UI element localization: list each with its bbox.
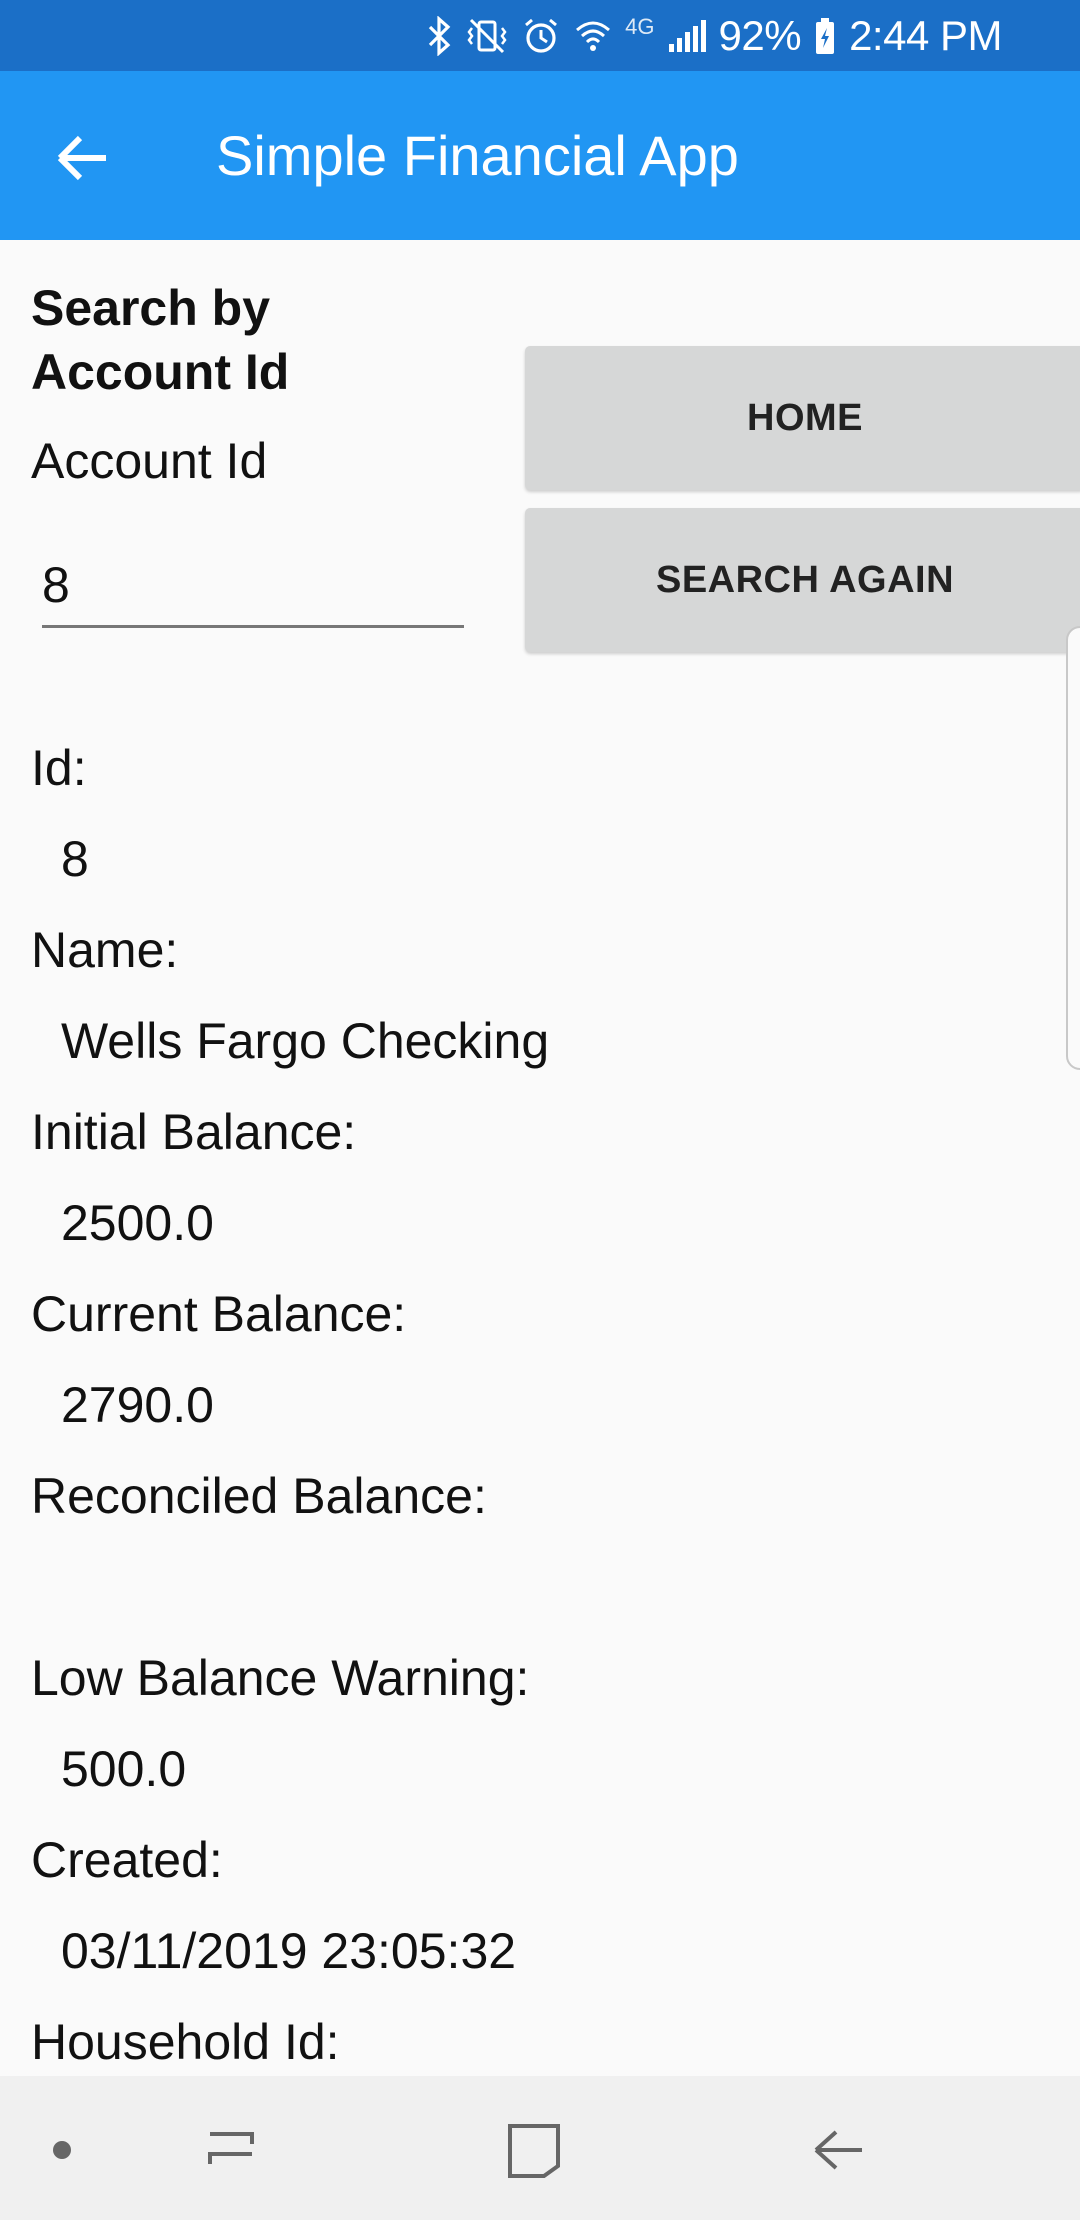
- created-value: 03/11/2019 23:05:32: [61, 1923, 517, 1979]
- network-4g-icon: 4G: [625, 14, 655, 39]
- vibrate-mute-icon: [465, 16, 509, 56]
- home-square-icon[interactable]: [502, 2118, 566, 2182]
- battery-icon: [813, 16, 837, 56]
- current-balance-label: Current Balance:: [31, 1286, 407, 1342]
- initial-balance-value: 2500.0: [61, 1195, 214, 1251]
- initial-balance-label: Initial Balance:: [31, 1104, 357, 1160]
- name-value: Wells Fargo Checking: [61, 1013, 550, 1069]
- status-icons: 4G 92% 2:44 PM: [427, 0, 1002, 71]
- app-title: Simple Financial App: [216, 124, 739, 187]
- wifi-icon: [573, 16, 613, 56]
- id-value: 8: [61, 831, 89, 887]
- app-bar: Simple Financial App: [0, 71, 1080, 240]
- back-arrow-icon[interactable]: [50, 126, 114, 190]
- created-label: Created:: [31, 1832, 223, 1888]
- reconciled-balance-value: [31, 1554, 1031, 1645]
- recent-apps-icon[interactable]: [200, 2118, 264, 2182]
- low-balance-warning-label: Low Balance Warning:: [31, 1650, 530, 1706]
- low-balance-warning-value: 500.0: [61, 1741, 187, 1797]
- battery-percent: 92%: [718, 11, 802, 59]
- bluetooth-icon: [427, 15, 453, 56]
- navigation-bar: [0, 2076, 1080, 2220]
- back-icon[interactable]: [806, 2118, 870, 2182]
- reconciled-balance-label: Reconciled Balance:: [31, 1468, 487, 1524]
- home-button[interactable]: HOME: [525, 346, 1080, 490]
- account-id-input[interactable]: [42, 545, 464, 628]
- name-label: Name:: [31, 922, 179, 978]
- search-heading: Search by Account Id: [31, 280, 290, 400]
- id-label: Id:: [31, 740, 87, 796]
- scroll-indicator[interactable]: [1066, 626, 1080, 1070]
- dot-icon[interactable]: [30, 2118, 94, 2182]
- current-balance-value: 2790.0: [61, 1377, 214, 1433]
- clock-time: 2:44 PM: [849, 11, 1002, 59]
- search-again-button[interactable]: SEARCH AGAIN: [525, 508, 1080, 652]
- alarm-icon: [521, 16, 561, 56]
- signal-icon: [667, 16, 707, 56]
- account-id-label: Account Id: [31, 433, 268, 489]
- account-details: Id: 8 Name: Wells Fargo Checking Initial…: [31, 735, 1031, 2100]
- status-bar: 4G 92% 2:44 PM: [0, 0, 1080, 71]
